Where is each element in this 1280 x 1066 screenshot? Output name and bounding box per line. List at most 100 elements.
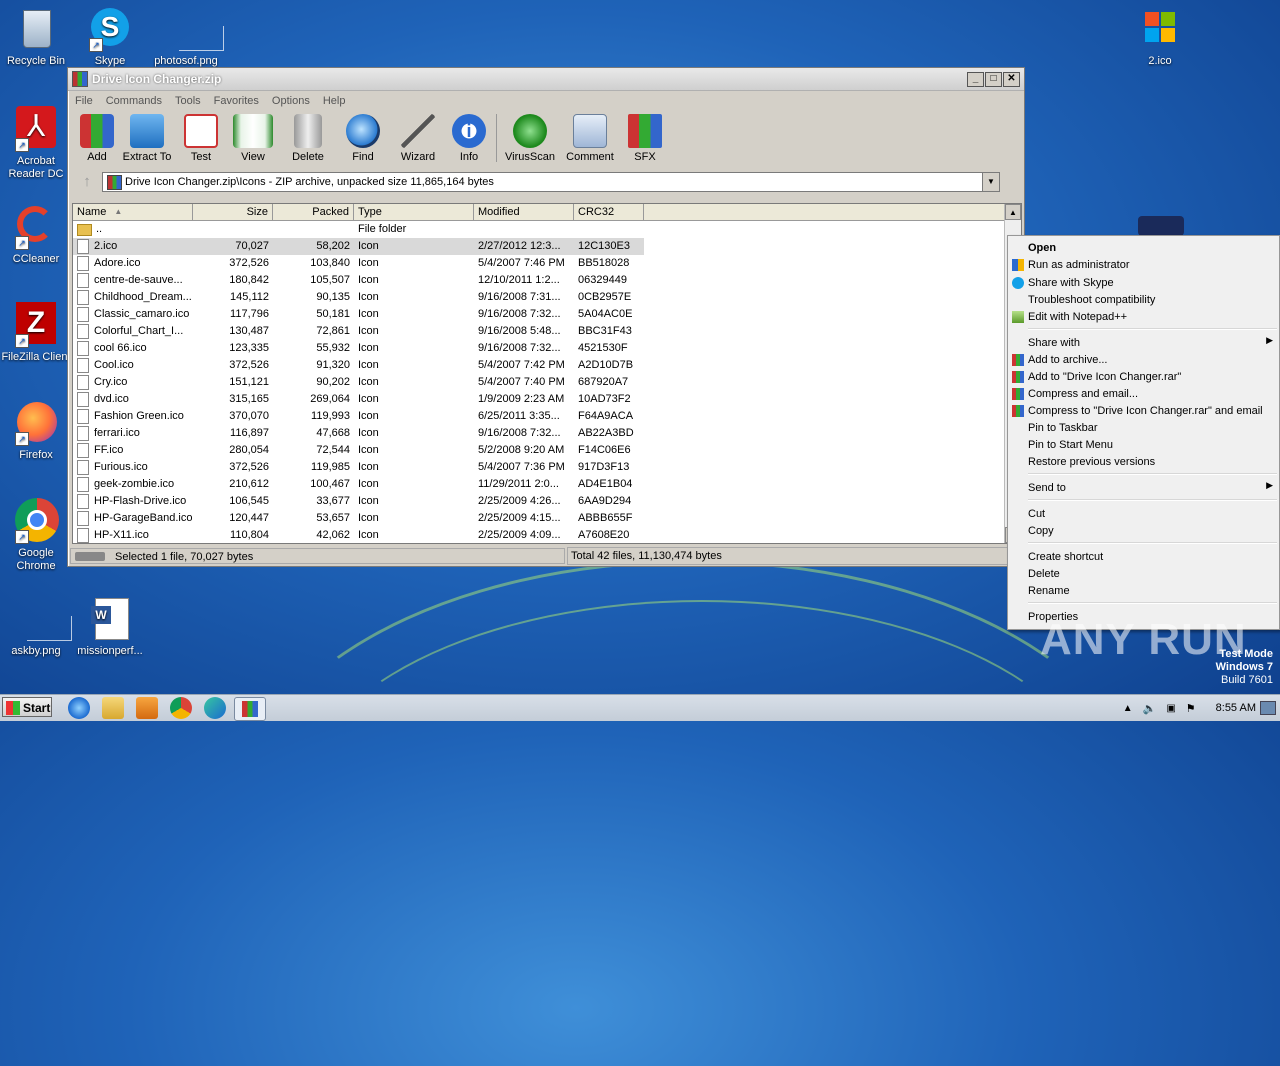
comment-button[interactable]: Comment (565, 110, 615, 163)
menu-item[interactable]: Share with (1028, 335, 1080, 351)
menu-file[interactable]: File (75, 95, 93, 107)
extract-to-button[interactable]: Extract To (122, 110, 172, 163)
table-row[interactable]: Childhood_Dream... 145,112 90,135 Icon 9/16/… (73, 289, 1021, 306)
explorer-icon[interactable] (102, 697, 124, 719)
desktop-icon-recycle-bin[interactable]: Recycle Bin (0, 6, 74, 68)
table-row[interactable]: centre-de-sauve... 180,842 105,507 Icon 12/1… (73, 272, 1021, 289)
file-name: Fashion Green.ico (94, 410, 184, 422)
view-button[interactable]: View (230, 110, 276, 163)
desktop-icon-missionperf[interactable]: W missionperf... (72, 596, 148, 658)
menu-item[interactable]: Add to archive... (1012, 352, 1108, 368)
table-row[interactable]: dvd.ico 315,165 269,064 Icon 1/9/2009 2:23 A… (73, 391, 1021, 408)
table-row[interactable]: .. File folder (73, 221, 1021, 238)
table-row[interactable]: geek-zombie.ico 210,612 100,467 Icon 11/29/2… (73, 476, 1021, 493)
desktop-icon-ccleaner[interactable]: ↗ CCleaner (0, 204, 74, 266)
menu-item[interactable]: Edit with Notepad++ (1012, 309, 1127, 325)
test-button[interactable]: Test (182, 110, 220, 163)
sfx-button[interactable]: SFX (625, 110, 665, 163)
maximize-button[interactable]: □ (985, 71, 1002, 87)
find-button[interactable]: Find (340, 110, 386, 163)
media-player-icon[interactable] (136, 697, 158, 719)
desktop-icon-acrobat[interactable]: ⅄ ↗ Acrobat Reader DC (0, 106, 74, 181)
minimize-button[interactable]: _ (967, 71, 984, 87)
desktop-icon-filezilla[interactable]: Z ↗ FileZilla Client (0, 302, 74, 364)
menu-item[interactable]: Run as administrator (1012, 257, 1130, 273)
menu-item[interactable]: Troubleshoot compatibility (1028, 292, 1155, 308)
menu-commands[interactable]: Commands (106, 95, 162, 107)
table-row[interactable]: Fashion Green.ico 370,070 119,993 Icon 6/25/… (73, 408, 1021, 425)
menu-item[interactable]: Share with Skype (1012, 275, 1114, 291)
volume-icon[interactable]: 🔈 (1143, 702, 1157, 715)
table-row[interactable]: FF.ico 280,054 72,544 Icon 5/2/2008 9:20 AM F… (73, 442, 1021, 459)
table-row[interactable]: Adore.ico 372,526 103,840 Icon 5/4/2007 7:46… (73, 255, 1021, 272)
delete-button[interactable]: Delete (286, 110, 330, 163)
wizard-button[interactable]: Wizard (396, 110, 440, 163)
info-button[interactable]: i Info (450, 110, 488, 163)
desktop-icon-skype[interactable]: S ↗ Skype (72, 6, 148, 68)
desktop-icon-photosof[interactable]: photosof.png (148, 6, 224, 68)
cell-type: Icon (358, 274, 379, 286)
network-icon[interactable]: ▣ (1166, 703, 1175, 714)
menu-item-label: Copy (1028, 525, 1054, 537)
tray-expand-icon[interactable]: ▲ (1123, 703, 1133, 714)
menu-item[interactable]: Add to "Drive Icon Changer.rar" (1012, 369, 1181, 385)
col-size[interactable]: Size (193, 204, 273, 220)
col-modified[interactable]: Modified (474, 204, 574, 220)
file-list[interactable]: Name ▲ Size Packed Type Modified CRC32 ..… (72, 203, 1022, 544)
virusscan-button[interactable]: VirusScan (505, 110, 555, 163)
table-row[interactable]: Cry.ico 151,121 90,202 Icon 5/4/2007 7:40 PM… (73, 374, 1021, 391)
table-row[interactable]: Furious.ico 372,526 119,985 Icon 5/4/2007 7:… (73, 459, 1021, 476)
desktop-icon-firefox[interactable]: ↗ Firefox (0, 400, 74, 462)
up-arrow-icon[interactable]: ↑ (72, 173, 102, 191)
col-crc32[interactable]: CRC32 (574, 204, 644, 220)
desktop-icon-chrome[interactable]: ↗ Google Chrome (0, 498, 74, 573)
menu-item[interactable]: Open (1028, 240, 1056, 256)
ie-icon[interactable] (68, 697, 90, 719)
start-button[interactable]: Start (2, 697, 52, 717)
col-name[interactable]: Name ▲ (73, 204, 193, 220)
menu-item[interactable]: Delete (1028, 566, 1060, 582)
col-packed[interactable]: Packed (273, 204, 354, 220)
menu-help[interactable]: Help (323, 95, 346, 107)
table-row[interactable]: HP-Flash-Drive.ico 106,545 33,677 Icon 2/25/… (73, 493, 1021, 510)
show-desktop-icon[interactable] (1260, 701, 1276, 715)
menu-item[interactable]: Create shortcut (1028, 549, 1103, 565)
table-row[interactable]: Cool.ico 372,526 91,320 Icon 5/4/2007 7:42 P… (73, 357, 1021, 374)
cell-packed: 91,320 (316, 359, 350, 371)
menu-item[interactable]: Copy (1028, 523, 1054, 539)
menu-item[interactable]: Compress and email... (1012, 386, 1138, 402)
add-button[interactable]: Add (80, 110, 114, 163)
close-button[interactable]: ✕ (1003, 71, 1020, 87)
winrar-icon[interactable] (234, 697, 266, 721)
menu-item[interactable]: Pin to Taskbar (1028, 420, 1098, 436)
menu-favorites[interactable]: Favorites (214, 95, 259, 107)
table-row[interactable]: Classic_camaro.ico 117,796 50,181 Icon 9/16/… (73, 306, 1021, 323)
title-bar[interactable]: Drive Icon Changer.zip _ □ ✕ (68, 68, 1024, 91)
address-field[interactable]: Drive Icon Changer.zip\Icons - ZIP archi… (102, 172, 1000, 192)
clock[interactable]: 8:55 AM (1216, 702, 1256, 714)
table-row[interactable]: HP-GarageBand.ico 120,447 53,657 Icon 2/25/2… (73, 510, 1021, 527)
address-dropdown-icon[interactable]: ▼ (982, 173, 999, 191)
menu-item[interactable]: Rename (1028, 583, 1070, 599)
table-row[interactable]: ferrari.ico 116,897 47,668 Icon 9/16/2008 7:… (73, 425, 1021, 442)
menu-item[interactable]: Send to (1028, 480, 1066, 496)
menu-item[interactable]: Compress to "Drive Icon Changer.rar" and… (1012, 403, 1263, 419)
desktop-icon-2ico[interactable]: 2.ico (1122, 6, 1198, 68)
desktop-icon-askby[interactable]: askby.png (0, 596, 74, 658)
table-row[interactable]: HP-X11.ico 110,804 42,062 Icon 2/25/2009 4:0… (73, 527, 1021, 543)
table-row[interactable]: 2.ico 70,027 58,202 Icon 2/27/2012 12:3... 12… (73, 238, 1021, 255)
action-center-flag-icon[interactable]: ⚑ (1186, 702, 1196, 715)
menu-item[interactable]: Cut (1028, 506, 1045, 522)
menu-item[interactable]: Pin to Start Menu (1028, 437, 1113, 453)
col-type[interactable]: Type (354, 204, 474, 220)
table-row[interactable]: cool 66.ico 123,335 55,932 Icon 9/16/2008 7:… (73, 340, 1021, 357)
scroll-up-icon[interactable]: ▲ (1005, 204, 1021, 220)
winrar-window[interactable]: Drive Icon Changer.zip _ □ ✕ File Comman… (67, 67, 1025, 567)
edge-icon[interactable] (204, 697, 226, 719)
windows-logo-icon (1137, 6, 1183, 52)
menu-tools[interactable]: Tools (175, 95, 201, 107)
table-row[interactable]: Colorful_Chart_I... 130,487 72,861 Icon 9/16… (73, 323, 1021, 340)
menu-options[interactable]: Options (272, 95, 310, 107)
menu-item[interactable]: Restore previous versions (1028, 454, 1155, 470)
chrome-icon[interactable] (170, 697, 192, 719)
